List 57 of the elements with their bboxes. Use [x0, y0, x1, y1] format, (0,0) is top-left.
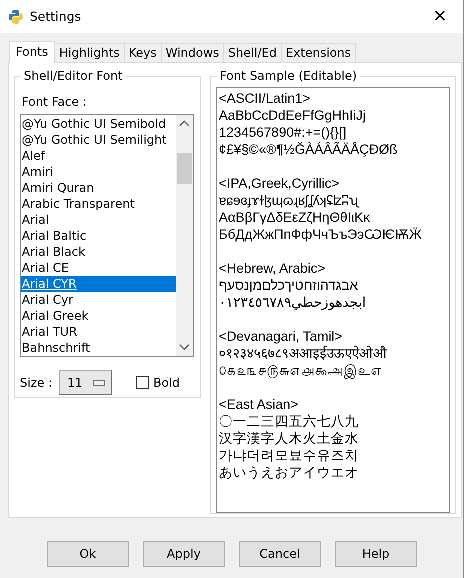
sample-text-line: ௦௧௨௩௪௫௬௭௮௯அஇஉஎ [219, 362, 383, 379]
window-title: Settings [30, 9, 82, 24]
sample-text-line: ०१२३४५६७८९अआइईउऊएऐओऔ [219, 345, 388, 362]
sample-heading: <Hebrew, Arabic> [219, 260, 327, 277]
tab[interactable]: Fonts [9, 41, 56, 63]
tab[interactable]: Extensions [280, 43, 356, 62]
sample-text-line: 汉字漢字人木火土金水 [219, 430, 360, 447]
list-item[interactable]: Bahnschrift [21, 340, 176, 356]
sample-text-line: אבגדהוזחטיךכלםמןנסעף [219, 277, 360, 294]
list-item[interactable]: @Yu Gothic UI Semilight [21, 132, 176, 148]
sample-text-line: AaBbCcDdEeFfGgHhIiJj [219, 107, 368, 124]
list-item[interactable]: @Yu Gothic UI Semibold [21, 116, 176, 132]
group-title: Shell/Editor Font [21, 69, 126, 83]
scroll-up-icon[interactable] [179, 120, 190, 128]
sample-heading: <ASCII/Latin1> [219, 90, 312, 107]
scrollbar[interactable] [176, 115, 193, 356]
dialog-button[interactable]: Apply [143, 541, 225, 567]
list-item[interactable]: Alef [21, 148, 176, 164]
sample-text-line: ابجدهوزحطي٠١٢٣٤٥٦٧٨٩ [219, 294, 368, 311]
sample-text-line: 가냐더려모뵤수유즈치 [219, 447, 360, 464]
sample-text-line: ¢£¥§©«®¶½ĞÀÁÂÃÄÅÇÐØß [219, 141, 399, 158]
tab[interactable]: Keys [124, 43, 162, 62]
sample-text-line: ɐɕɘɞɟɤɫɮɰɷɻʁʃʆʎʞʢʫʭʯ [219, 192, 361, 209]
size-menubutton[interactable]: 11 [58, 370, 112, 395]
checkbox-label[interactable]: Bold [154, 376, 180, 390]
list-item[interactable]: Arial [21, 212, 176, 228]
sample-heading: <IPA,Greek,Cyrillic> [219, 175, 341, 192]
dialog-button[interactable]: Cancel [239, 541, 321, 567]
list-item[interactable]: Arabic Transparent [21, 196, 176, 212]
sample-text-line: 1234567890#:+=(){}[] [219, 124, 348, 141]
list-item[interactable]: Arial CE [21, 260, 176, 276]
list-item[interactable]: Arial TUR [21, 324, 176, 340]
field-label: Size : [20, 376, 52, 390]
sample-heading: <Devanagari, Tamil> [219, 328, 344, 345]
list-item[interactable]: Arial Black [21, 244, 176, 260]
list-item[interactable]: Arial CYR [21, 276, 176, 292]
list-item[interactable]: Arial Baltic [21, 228, 176, 244]
python-icon [8, 8, 24, 24]
list-item[interactable]: Arial Greek [21, 308, 176, 324]
field-label: Font Face : [22, 95, 88, 109]
checkbox[interactable] [136, 376, 148, 389]
tab[interactable]: Highlights [54, 43, 125, 62]
list-item[interactable]: Amiri [21, 164, 176, 180]
list-item[interactable]: Amiri Quran [21, 180, 176, 196]
dialog-button[interactable]: Help [335, 541, 417, 567]
sample-heading: <East Asian> [219, 396, 300, 413]
scroll-down-icon[interactable] [179, 343, 190, 351]
dialog-button[interactable]: Ok [47, 541, 129, 567]
group-title: Font Sample (Editable) [217, 69, 360, 83]
font-listbox[interactable]: @Yu Gothic UI Semibold @Yu Gothic UI Semilight Alef Amiri Amiri Quran Arabic Transparent Arial Arial Baltic Arial Black Arial CE Arial CYR Arial Cyr Arial Greek Arial TUR Bahnschrift [20, 114, 194, 357]
list-item[interactable]: Arial Cyr [21, 292, 176, 308]
scrollbar-thumb[interactable] [177, 153, 192, 184]
close-button[interactable]: ✕ [425, 6, 455, 27]
sample-text-line: 〇一二三四五六七八九 [219, 413, 360, 430]
sample-text-line: БбДдЖжПпФфЧчЪъЭэѠѤѬӜ [219, 226, 423, 243]
sample-text-line: ΑαΒβΓγΔδΕεΖζΗηΘθΙιΚκ [219, 209, 372, 226]
sample-text-line: あいうえおアイウエオ [219, 464, 360, 481]
